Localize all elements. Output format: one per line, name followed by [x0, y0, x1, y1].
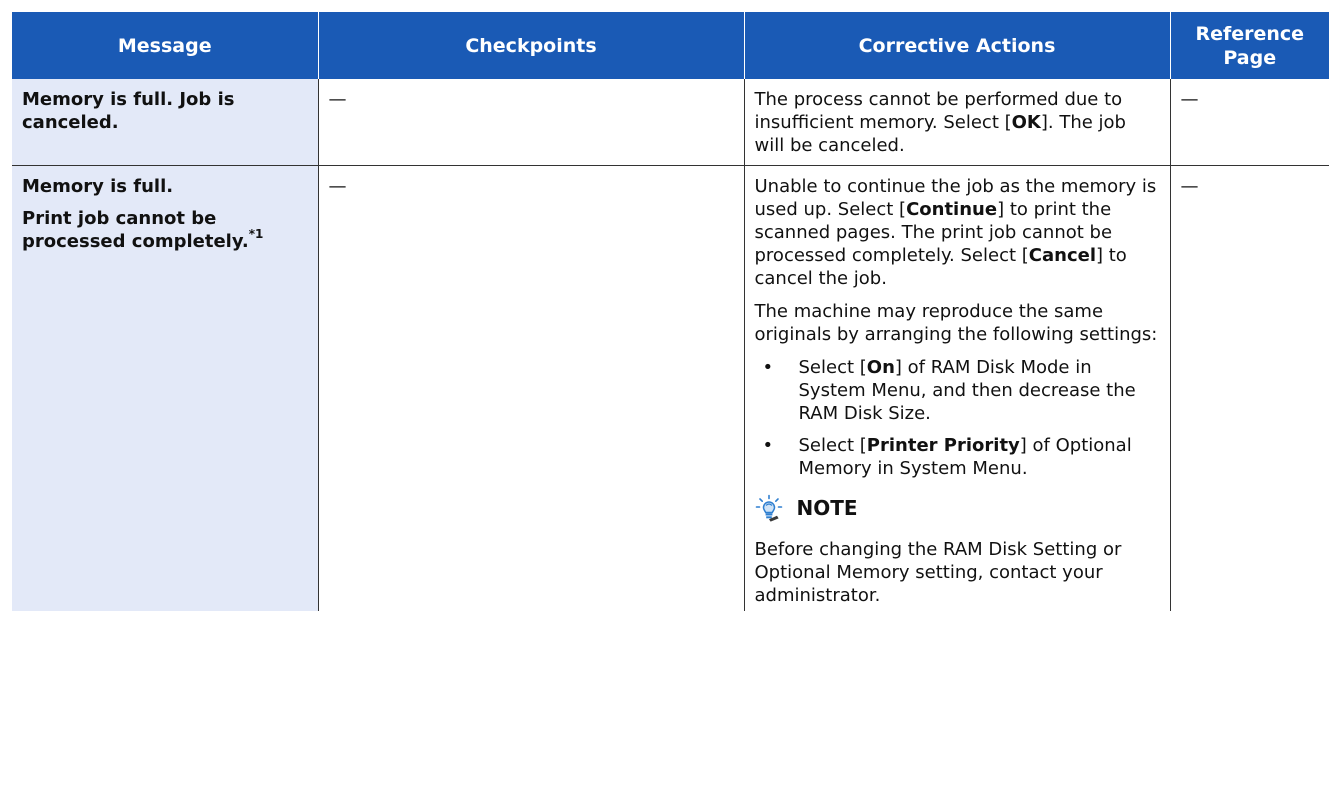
- corrective-cell: Unable to continue the job as the memory…: [743, 165, 1170, 611]
- header-reference-page: Reference Page: [1169, 12, 1329, 79]
- settings-bullet-list: • Select [On] of RAM Disk Mode in System …: [755, 356, 1158, 480]
- checkpoints-cell: —: [317, 79, 744, 166]
- reference-cell: —: [1169, 79, 1329, 166]
- note-label: NOTE: [796, 495, 858, 520]
- message-line2-text: Print job cannot be processed completely…: [22, 208, 249, 252]
- corrective-paragraph: The machine may reproduce the same origi…: [754, 301, 1158, 345]
- message-cell: Memory is full. Print job cannot be proc…: [12, 165, 318, 611]
- footnote-marker: *1: [248, 227, 264, 241]
- message-line2: Print job cannot be processed completely…: [22, 207, 306, 253]
- checkpoints-cell: —: [317, 165, 744, 611]
- page: Message Checkpoints Corrective Actions R…: [0, 0, 1329, 796]
- list-item: • Select [Printer Priority] of Optional M…: [755, 434, 1158, 480]
- header-corrective-actions: Corrective Actions: [743, 12, 1171, 79]
- reference-cell: —: [1169, 165, 1329, 611]
- bullet-text: Select [: [798, 435, 867, 456]
- bullet-marker: •: [762, 435, 774, 456]
- printer-priority-key-label: Printer Priority: [866, 435, 1020, 456]
- cancel-key-label: Cancel: [1028, 245, 1096, 266]
- header-reference-line1: Reference: [1195, 22, 1305, 45]
- checkpoints-dash: —: [328, 89, 347, 110]
- reference-dash: —: [1180, 89, 1199, 110]
- table-row: Memory is full. Print job cannot be proc…: [12, 165, 1329, 611]
- table-row: Memory is full. Job is canceled. — The p…: [12, 79, 1329, 166]
- reference-dash: —: [1180, 176, 1199, 197]
- header-message: Message: [12, 12, 319, 79]
- header-reference-line2: Page: [1223, 46, 1277, 69]
- continue-key-label: Continue: [906, 199, 998, 220]
- note-text: Before changing the RAM Disk Setting or …: [754, 539, 1122, 606]
- corrective-cell: The process cannot be performed due to i…: [743, 79, 1170, 166]
- on-key-label: On: [866, 357, 895, 378]
- bullet-text: Select [: [798, 357, 867, 378]
- message-text: Memory is full. Job is canceled.: [22, 89, 235, 133]
- message-cell: Memory is full. Job is canceled.: [12, 79, 318, 166]
- checkpoints-dash: —: [328, 176, 347, 197]
- header-row: Message Checkpoints Corrective Actions R…: [12, 12, 1329, 79]
- message-line1: Memory is full.: [22, 176, 174, 197]
- note-heading: NOTE: [754, 494, 1158, 522]
- error-message-table: Message Checkpoints Corrective Actions R…: [12, 12, 1329, 611]
- corrective-paragraph: The process cannot be performed due to i…: [755, 88, 1158, 157]
- ok-key-label: OK: [1011, 112, 1041, 133]
- list-item: • Select [On] of RAM Disk Mode in System …: [755, 356, 1158, 425]
- bullet-marker: •: [762, 357, 774, 378]
- lightbulb-note-icon: [754, 494, 783, 522]
- corrective-paragraph: Unable to continue the job as the memory…: [755, 175, 1158, 290]
- header-checkpoints: Checkpoints: [317, 12, 745, 79]
